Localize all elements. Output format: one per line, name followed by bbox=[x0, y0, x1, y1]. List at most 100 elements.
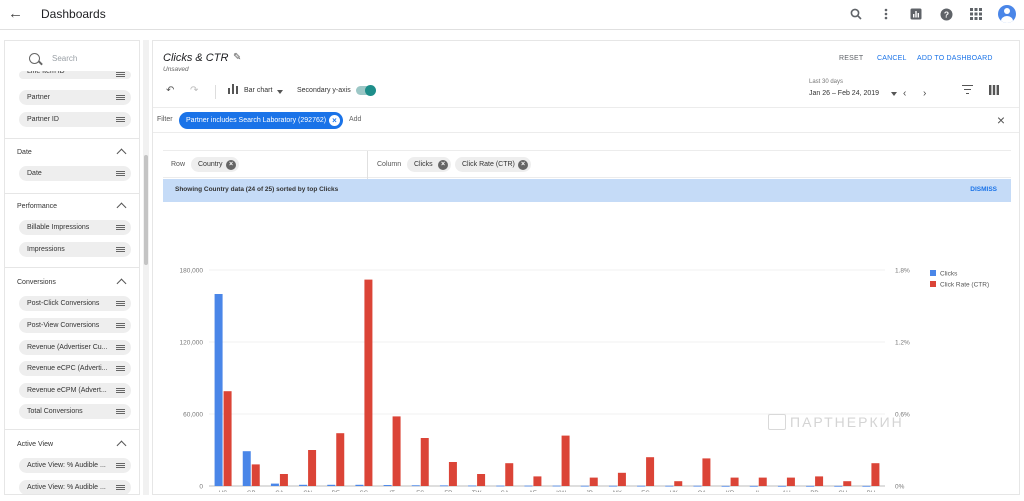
drag-handle-icon[interactable] bbox=[116, 117, 125, 122]
more-vert-icon[interactable] bbox=[878, 6, 894, 22]
previous-period-icon[interactable]: ‹ bbox=[903, 88, 906, 99]
chevron-down-icon[interactable] bbox=[277, 90, 283, 94]
drag-handle-icon[interactable] bbox=[116, 409, 125, 414]
bar-chart-icon[interactable] bbox=[228, 83, 238, 97]
divider bbox=[5, 138, 139, 139]
cancel-button[interactable]: CANCEL bbox=[877, 55, 907, 62]
remove-chip-icon[interactable]: × bbox=[438, 159, 448, 170]
sidebar-field-chip[interactable]: Date bbox=[19, 166, 131, 181]
scrollbar-thumb[interactable] bbox=[144, 155, 148, 265]
sidebar-field-chip[interactable]: Partner bbox=[19, 90, 131, 105]
sidebar-field-chip[interactable]: Active View: % Audible ... bbox=[19, 458, 131, 473]
bar-clicks-eg bbox=[637, 485, 646, 487]
sidebar-field-chip[interactable]: Post-Click Conversions bbox=[19, 296, 131, 311]
sort-filter-icon[interactable] bbox=[962, 85, 973, 95]
sidebar-field-chip[interactable]: Line Item ID bbox=[19, 71, 131, 79]
row-chip-country[interactable]: Country × bbox=[191, 157, 239, 172]
sidebar-field-chip[interactable]: Partner ID bbox=[19, 112, 131, 127]
bar-clicks-au bbox=[777, 485, 786, 487]
chart-svg: 00%60,0000.6%120,0001.2%180,0001.8%USGBC… bbox=[180, 268, 990, 498]
secondary-axis-toggle[interactable] bbox=[356, 84, 376, 96]
x-axis-tick-label: US bbox=[219, 491, 227, 492]
redo-icon[interactable]: ↷ bbox=[190, 85, 198, 96]
chevron-up-icon[interactable] bbox=[116, 202, 127, 213]
bar-ctr-sg bbox=[364, 279, 373, 486]
row-column-config: Row Country × Column Clicks × Click Rate (… bbox=[163, 150, 1011, 179]
remove-chip-icon[interactable]: × bbox=[518, 159, 528, 170]
bar-ctr-de bbox=[336, 433, 345, 486]
sidebar-field-chip[interactable]: Post-View Conversions bbox=[19, 318, 131, 333]
filter-chip[interactable]: Partner includes Search Laboratory (2927… bbox=[179, 112, 343, 129]
drag-handle-icon[interactable] bbox=[116, 171, 125, 176]
bar-clicks-ca bbox=[270, 483, 279, 486]
dismiss-button[interactable]: DISMISS bbox=[970, 186, 997, 193]
reports-icon[interactable] bbox=[908, 6, 924, 22]
bar-clicks-bd bbox=[806, 485, 815, 487]
left-axis-tick-label: 120,000 bbox=[180, 340, 204, 347]
bar-ctr-jp bbox=[589, 477, 598, 486]
sidebar-field-chip[interactable]: Revenue (Advertiser Cu... bbox=[19, 340, 131, 355]
reset-button[interactable]: RESET bbox=[839, 55, 863, 62]
chevron-down-icon[interactable] bbox=[891, 92, 897, 96]
add-to-dashboard-button[interactable]: ADD TO DASHBOARD bbox=[917, 55, 993, 62]
apps-grid-icon[interactable] bbox=[968, 6, 984, 22]
sidebar-field-chip[interactable]: Active View: % Audible ... bbox=[19, 480, 131, 494]
sidebar-field-chip[interactable]: Total Conversions bbox=[19, 404, 131, 419]
chart-type-select[interactable]: Bar chart bbox=[244, 87, 272, 94]
drag-handle-icon[interactable] bbox=[116, 72, 125, 77]
close-icon[interactable]: × bbox=[997, 112, 1005, 128]
remove-chip-icon[interactable]: × bbox=[226, 159, 236, 170]
drag-handle-icon[interactable] bbox=[116, 95, 125, 100]
add-filter-button[interactable]: Add bbox=[349, 116, 361, 123]
column-chip-ctr[interactable]: Click Rate (CTR) × bbox=[455, 157, 531, 172]
search-icon bbox=[29, 52, 40, 64]
sidebar-field-chip[interactable]: Billable Impressions bbox=[19, 220, 131, 235]
date-range-select[interactable]: Jan 26 – Feb 24, 2019 bbox=[809, 90, 879, 97]
drag-handle-icon[interactable] bbox=[116, 366, 125, 371]
x-axis-tick-label: SG bbox=[360, 491, 369, 492]
search-icon[interactable] bbox=[848, 6, 864, 22]
columns-icon[interactable] bbox=[989, 85, 999, 98]
edit-pencil-icon[interactable]: ✎ bbox=[233, 52, 241, 63]
drag-handle-icon[interactable] bbox=[116, 345, 125, 350]
x-axis-tick-label: IL bbox=[756, 491, 762, 492]
drag-handle-icon[interactable] bbox=[116, 247, 125, 252]
chevron-up-icon[interactable] bbox=[116, 278, 127, 289]
sidebar-field-chip[interactable]: Impressions bbox=[19, 242, 131, 257]
chevron-up-icon[interactable] bbox=[116, 148, 127, 159]
bar-ctr-ch bbox=[843, 481, 852, 486]
remove-filter-icon[interactable]: × bbox=[329, 115, 340, 126]
drag-handle-icon[interactable] bbox=[116, 485, 125, 490]
sidebar-search-input[interactable]: Search bbox=[52, 54, 77, 63]
bar-ctr-ae bbox=[533, 476, 542, 486]
sidebar-scrollbar[interactable] bbox=[143, 40, 149, 495]
next-period-icon[interactable]: › bbox=[923, 88, 926, 99]
account-avatar[interactable] bbox=[998, 5, 1016, 23]
drag-handle-icon[interactable] bbox=[116, 463, 125, 468]
column-chip-clicks[interactable]: Clicks × bbox=[407, 157, 451, 172]
top-actions: ? bbox=[848, 5, 1016, 23]
sidebar-field-chip[interactable]: Revenue eCPC (Adverti... bbox=[19, 361, 131, 376]
back-arrow-icon[interactable]: ← bbox=[8, 6, 24, 22]
sidebar-search[interactable]: Search bbox=[5, 41, 139, 75]
bar-ctr-tw bbox=[477, 474, 486, 486]
chevron-up-icon[interactable] bbox=[116, 440, 127, 451]
info-banner: Showing Country data (24 of 25) sorted b… bbox=[163, 179, 1011, 202]
help-icon[interactable]: ? bbox=[938, 6, 954, 22]
bar-clicks-cn bbox=[299, 484, 308, 486]
x-axis-tick-label: BD bbox=[810, 491, 819, 492]
x-axis-tick-label: FR bbox=[444, 491, 453, 492]
divider bbox=[5, 267, 139, 268]
drag-handle-icon[interactable] bbox=[116, 225, 125, 230]
divider bbox=[367, 151, 368, 179]
drag-handle-icon[interactable] bbox=[116, 388, 125, 393]
filter-bar: Filter Partner includes Search Laborator… bbox=[153, 107, 1019, 133]
x-axis-tick-label: TW bbox=[472, 491, 482, 492]
undo-icon[interactable]: ↶ bbox=[166, 85, 174, 96]
bar-ctr-il bbox=[758, 477, 767, 486]
drag-handle-icon[interactable] bbox=[116, 301, 125, 306]
bar-clicks-ae bbox=[524, 485, 533, 487]
drag-handle-icon[interactable] bbox=[116, 323, 125, 328]
bar-ctr-es bbox=[420, 438, 429, 486]
sidebar-field-chip[interactable]: Revenue eCPM (Advert... bbox=[19, 383, 131, 398]
